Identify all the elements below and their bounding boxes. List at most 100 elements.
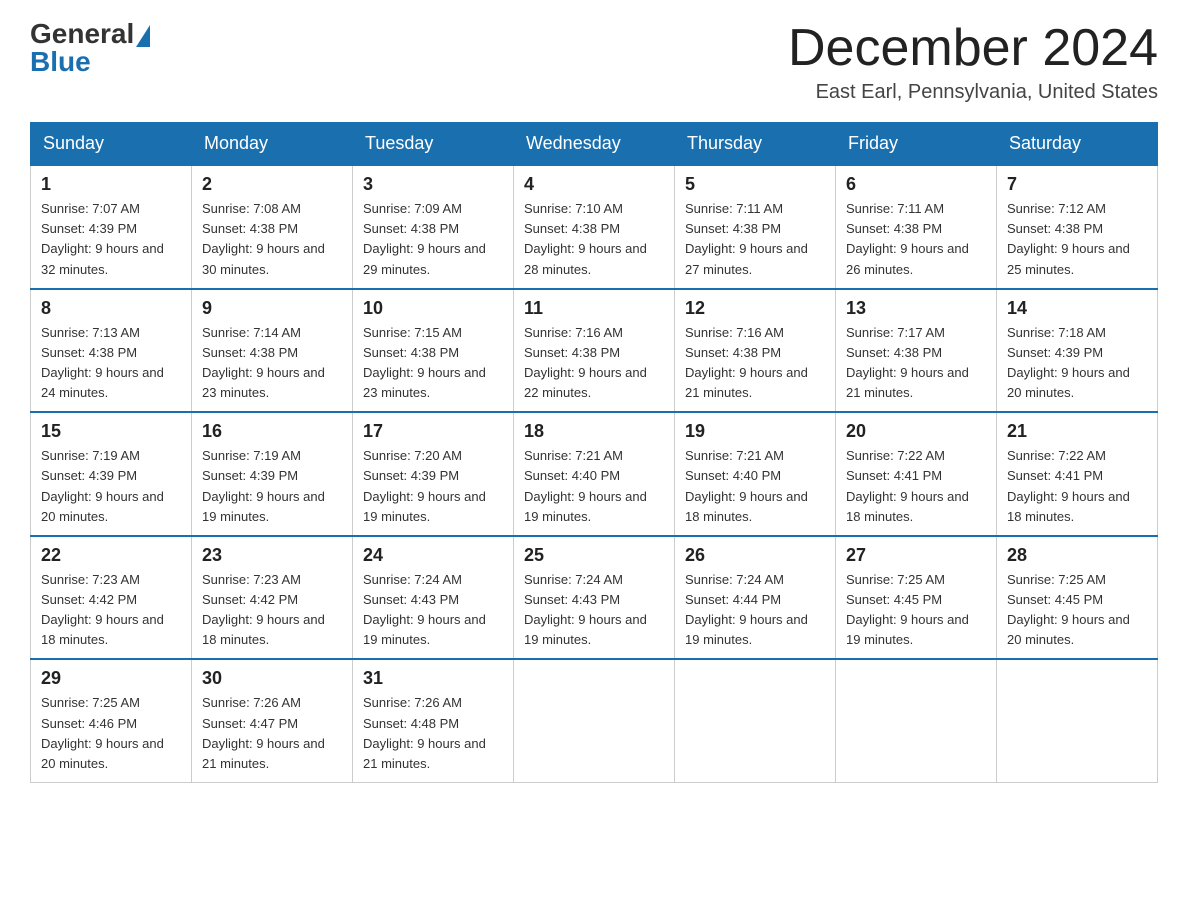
logo-blue-text: Blue [30, 46, 91, 77]
calendar-cell: 11 Sunrise: 7:16 AMSunset: 4:38 PMDaylig… [514, 289, 675, 413]
calendar-header-row: SundayMondayTuesdayWednesdayThursdayFrid… [31, 123, 1158, 166]
day-number: 31 [363, 668, 503, 689]
day-number: 20 [846, 421, 986, 442]
day-number: 26 [685, 545, 825, 566]
calendar-week-row: 1 Sunrise: 7:07 AMSunset: 4:39 PMDayligh… [31, 165, 1158, 289]
calendar-cell: 14 Sunrise: 7:18 AMSunset: 4:39 PMDaylig… [997, 289, 1158, 413]
day-info: Sunrise: 7:25 AMSunset: 4:45 PMDaylight:… [1007, 570, 1147, 651]
calendar-cell [836, 659, 997, 782]
calendar-cell: 31 Sunrise: 7:26 AMSunset: 4:48 PMDaylig… [353, 659, 514, 782]
day-number: 19 [685, 421, 825, 442]
day-number: 9 [202, 298, 342, 319]
day-number: 13 [846, 298, 986, 319]
day-info: Sunrise: 7:24 AMSunset: 4:43 PMDaylight:… [363, 570, 503, 651]
calendar-header-wednesday: Wednesday [514, 123, 675, 166]
day-info: Sunrise: 7:24 AMSunset: 4:44 PMDaylight:… [685, 570, 825, 651]
calendar-week-row: 22 Sunrise: 7:23 AMSunset: 4:42 PMDaylig… [31, 536, 1158, 660]
calendar-cell: 21 Sunrise: 7:22 AMSunset: 4:41 PMDaylig… [997, 412, 1158, 536]
calendar-header-friday: Friday [836, 123, 997, 166]
calendar-cell: 28 Sunrise: 7:25 AMSunset: 4:45 PMDaylig… [997, 536, 1158, 660]
page-header: General Blue December 2024 East Earl, Pe… [30, 20, 1158, 104]
location-text: East Earl, Pennsylvania, United States [788, 81, 1158, 104]
calendar-table: SundayMondayTuesdayWednesdayThursdayFrid… [30, 122, 1158, 783]
day-number: 6 [846, 174, 986, 195]
day-info: Sunrise: 7:25 AMSunset: 4:45 PMDaylight:… [846, 570, 986, 651]
day-number: 16 [202, 421, 342, 442]
day-number: 4 [524, 174, 664, 195]
day-number: 3 [363, 174, 503, 195]
calendar-header-sunday: Sunday [31, 123, 192, 166]
calendar-cell: 20 Sunrise: 7:22 AMSunset: 4:41 PMDaylig… [836, 412, 997, 536]
day-number: 2 [202, 174, 342, 195]
calendar-header-monday: Monday [192, 123, 353, 166]
calendar-cell: 25 Sunrise: 7:24 AMSunset: 4:43 PMDaylig… [514, 536, 675, 660]
day-number: 28 [1007, 545, 1147, 566]
day-number: 8 [41, 298, 181, 319]
calendar-cell: 16 Sunrise: 7:19 AMSunset: 4:39 PMDaylig… [192, 412, 353, 536]
title-block: December 2024 East Earl, Pennsylvania, U… [788, 20, 1158, 104]
logo-general-text: General [30, 20, 134, 48]
day-number: 25 [524, 545, 664, 566]
calendar-cell: 9 Sunrise: 7:14 AMSunset: 4:38 PMDayligh… [192, 289, 353, 413]
day-number: 1 [41, 174, 181, 195]
day-info: Sunrise: 7:12 AMSunset: 4:38 PMDaylight:… [1007, 199, 1147, 280]
calendar-cell: 23 Sunrise: 7:23 AMSunset: 4:42 PMDaylig… [192, 536, 353, 660]
day-info: Sunrise: 7:13 AMSunset: 4:38 PMDaylight:… [41, 323, 181, 404]
calendar-cell: 3 Sunrise: 7:09 AMSunset: 4:38 PMDayligh… [353, 165, 514, 289]
day-info: Sunrise: 7:23 AMSunset: 4:42 PMDaylight:… [202, 570, 342, 651]
calendar-header-tuesday: Tuesday [353, 123, 514, 166]
day-info: Sunrise: 7:16 AMSunset: 4:38 PMDaylight:… [524, 323, 664, 404]
day-info: Sunrise: 7:22 AMSunset: 4:41 PMDaylight:… [1007, 446, 1147, 527]
calendar-cell: 26 Sunrise: 7:24 AMSunset: 4:44 PMDaylig… [675, 536, 836, 660]
calendar-cell: 18 Sunrise: 7:21 AMSunset: 4:40 PMDaylig… [514, 412, 675, 536]
calendar-cell: 10 Sunrise: 7:15 AMSunset: 4:38 PMDaylig… [353, 289, 514, 413]
day-info: Sunrise: 7:19 AMSunset: 4:39 PMDaylight:… [41, 446, 181, 527]
calendar-cell: 5 Sunrise: 7:11 AMSunset: 4:38 PMDayligh… [675, 165, 836, 289]
logo: General Blue [30, 20, 152, 76]
day-number: 17 [363, 421, 503, 442]
day-number: 11 [524, 298, 664, 319]
day-number: 14 [1007, 298, 1147, 319]
day-number: 27 [846, 545, 986, 566]
day-number: 21 [1007, 421, 1147, 442]
calendar-cell: 4 Sunrise: 7:10 AMSunset: 4:38 PMDayligh… [514, 165, 675, 289]
day-info: Sunrise: 7:11 AMSunset: 4:38 PMDaylight:… [685, 199, 825, 280]
day-number: 18 [524, 421, 664, 442]
day-info: Sunrise: 7:19 AMSunset: 4:39 PMDaylight:… [202, 446, 342, 527]
day-number: 22 [41, 545, 181, 566]
calendar-cell: 22 Sunrise: 7:23 AMSunset: 4:42 PMDaylig… [31, 536, 192, 660]
calendar-cell: 12 Sunrise: 7:16 AMSunset: 4:38 PMDaylig… [675, 289, 836, 413]
calendar-cell [675, 659, 836, 782]
calendar-cell: 2 Sunrise: 7:08 AMSunset: 4:38 PMDayligh… [192, 165, 353, 289]
calendar-cell: 6 Sunrise: 7:11 AMSunset: 4:38 PMDayligh… [836, 165, 997, 289]
day-info: Sunrise: 7:09 AMSunset: 4:38 PMDaylight:… [363, 199, 503, 280]
day-info: Sunrise: 7:15 AMSunset: 4:38 PMDaylight:… [363, 323, 503, 404]
logo-triangle-icon [136, 25, 150, 47]
calendar-cell: 15 Sunrise: 7:19 AMSunset: 4:39 PMDaylig… [31, 412, 192, 536]
calendar-cell: 24 Sunrise: 7:24 AMSunset: 4:43 PMDaylig… [353, 536, 514, 660]
day-number: 5 [685, 174, 825, 195]
day-number: 7 [1007, 174, 1147, 195]
day-info: Sunrise: 7:14 AMSunset: 4:38 PMDaylight:… [202, 323, 342, 404]
calendar-cell: 7 Sunrise: 7:12 AMSunset: 4:38 PMDayligh… [997, 165, 1158, 289]
day-info: Sunrise: 7:18 AMSunset: 4:39 PMDaylight:… [1007, 323, 1147, 404]
calendar-header-thursday: Thursday [675, 123, 836, 166]
day-number: 12 [685, 298, 825, 319]
day-info: Sunrise: 7:26 AMSunset: 4:48 PMDaylight:… [363, 693, 503, 774]
day-info: Sunrise: 7:08 AMSunset: 4:38 PMDaylight:… [202, 199, 342, 280]
calendar-cell: 17 Sunrise: 7:20 AMSunset: 4:39 PMDaylig… [353, 412, 514, 536]
calendar-header-saturday: Saturday [997, 123, 1158, 166]
calendar-cell [514, 659, 675, 782]
day-info: Sunrise: 7:16 AMSunset: 4:38 PMDaylight:… [685, 323, 825, 404]
calendar-week-row: 15 Sunrise: 7:19 AMSunset: 4:39 PMDaylig… [31, 412, 1158, 536]
day-info: Sunrise: 7:10 AMSunset: 4:38 PMDaylight:… [524, 199, 664, 280]
day-info: Sunrise: 7:17 AMSunset: 4:38 PMDaylight:… [846, 323, 986, 404]
day-info: Sunrise: 7:21 AMSunset: 4:40 PMDaylight:… [685, 446, 825, 527]
day-number: 29 [41, 668, 181, 689]
day-info: Sunrise: 7:25 AMSunset: 4:46 PMDaylight:… [41, 693, 181, 774]
month-title: December 2024 [788, 20, 1158, 77]
day-number: 10 [363, 298, 503, 319]
day-info: Sunrise: 7:26 AMSunset: 4:47 PMDaylight:… [202, 693, 342, 774]
day-info: Sunrise: 7:20 AMSunset: 4:39 PMDaylight:… [363, 446, 503, 527]
day-number: 15 [41, 421, 181, 442]
